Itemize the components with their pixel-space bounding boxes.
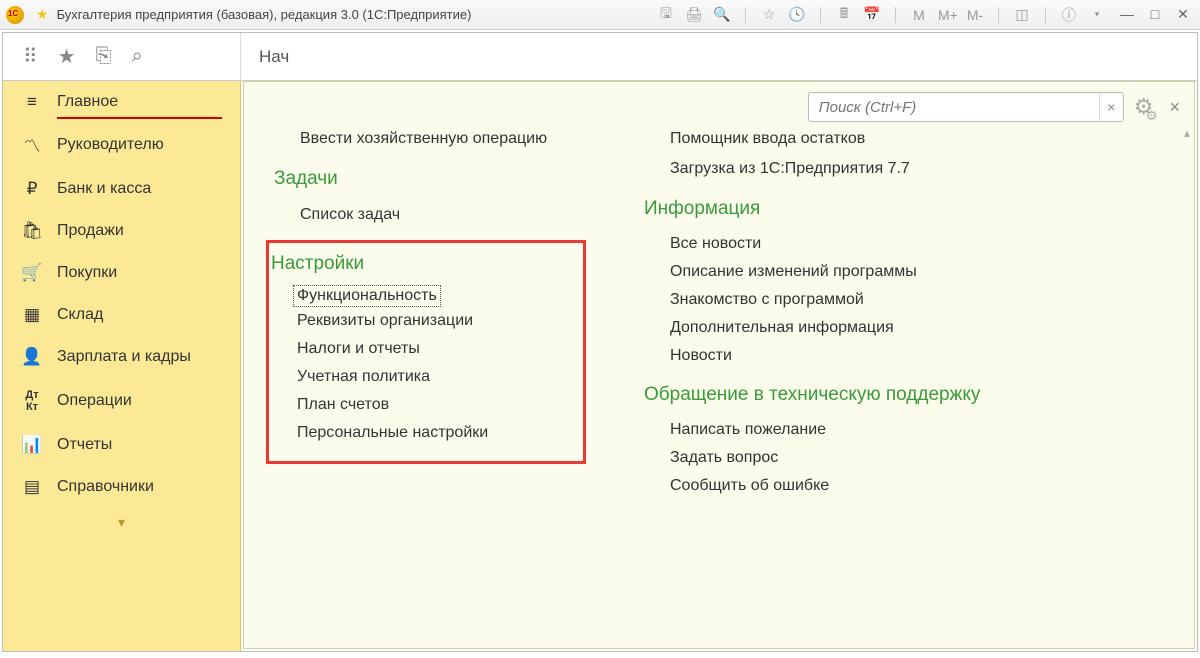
mplus-button[interactable]: M+	[938, 7, 956, 23]
link-chart-accounts[interactable]: План счетов	[271, 391, 569, 419]
sidebar-item-label: Операции	[57, 392, 132, 410]
sidebar-item-label: Руководителю	[57, 136, 164, 154]
link-taxes[interactable]: Налоги и отчеты	[271, 335, 569, 363]
close-button[interactable]: ✕	[1172, 6, 1194, 24]
history-icon[interactable]: 🕓	[788, 6, 806, 23]
panels-icon[interactable]: ◫	[1013, 6, 1031, 23]
sidebar-item-operations[interactable]: ДтКт Операции	[3, 378, 240, 424]
link-changes[interactable]: Описание изменений программы	[644, 258, 1084, 286]
favorites-icon[interactable]: ★	[58, 44, 76, 69]
link-question[interactable]: Задать вопрос	[644, 444, 1084, 472]
sidebar-item-sales[interactable]: 🛍 Продажи	[3, 210, 240, 252]
sidebar-item-purchases[interactable]: 🛒 Покупки	[3, 252, 240, 294]
sidebar-item-reports[interactable]: 📊 Отчеты	[3, 424, 240, 466]
sidebar-expand-down-icon[interactable]: ▾	[3, 508, 240, 537]
save-icon[interactable]: 🖫	[657, 3, 675, 27]
apps-grid-icon[interactable]: ⠿	[23, 44, 38, 69]
app-logo-icon	[6, 6, 24, 24]
link-extra-info[interactable]: Дополнительная информация	[644, 314, 1084, 342]
link-news[interactable]: Новости	[644, 342, 1084, 370]
mminus-button[interactable]: M-	[966, 7, 984, 23]
preview-icon[interactable]: 🔍	[713, 6, 731, 23]
maximize-button[interactable]: □	[1144, 6, 1166, 24]
secondary-toolbar: ⠿ ★ ⎘ ⌕ Нач	[3, 33, 1197, 81]
scroll-up-icon[interactable]: ▴	[1184, 126, 1190, 140]
sidebar-item-bank[interactable]: ₽ Банк и касса	[3, 168, 240, 210]
titlebar-toolbar: 🖫 🖨 🔍 ☆ 🕓 🖩 📅 M M+ M- ◫ ⓘ ▾	[657, 3, 1106, 27]
link-functionality[interactable]: Функциональность	[293, 285, 441, 307]
calendar-icon[interactable]: 📅	[863, 6, 881, 23]
title-bar: ★ Бухгалтерия предприятия (базовая), ред…	[0, 0, 1200, 30]
section-settings-title: Настройки	[271, 253, 569, 275]
sidebar-item-label: Справочники	[57, 478, 154, 496]
link-balance-helper[interactable]: Помощник ввода остатков	[644, 124, 1084, 154]
chart-icon: 📊	[21, 435, 43, 455]
link-intro[interactable]: Знакомство с программой	[644, 286, 1084, 314]
section-support-title: Обращение в техническую поддержку	[644, 384, 1084, 406]
section-info-title: Информация	[644, 198, 1084, 220]
favorite-star-icon[interactable]: ★	[36, 6, 49, 23]
sidebar-item-directories[interactable]: ▤ Справочники	[3, 466, 240, 508]
link-accounting-policy[interactable]: Учетная политика	[271, 363, 569, 391]
link-personal-settings[interactable]: Персональные настройки	[271, 419, 569, 447]
sidebar-item-manager[interactable]: 〽 Руководителю	[3, 121, 240, 168]
sidebar-item-label: Банк и касса	[57, 180, 151, 198]
books-icon: ▤	[21, 477, 43, 497]
sidebar-item-label: Отчеты	[57, 436, 112, 454]
info-icon[interactable]: ⓘ	[1060, 5, 1078, 25]
link-wish[interactable]: Написать пожелание	[644, 416, 1084, 444]
ruble-icon: ₽	[21, 179, 43, 199]
section-tasks-title: Задачи	[274, 168, 644, 190]
m-button[interactable]: M	[910, 7, 928, 23]
link-operation[interactable]: Ввести хозяйственную операцию	[274, 124, 644, 154]
sidebar-item-label: Продажи	[57, 222, 124, 240]
link-all-news[interactable]: Все новости	[644, 230, 1084, 258]
link-import-1c77[interactable]: Загрузка из 1С:Предприятия 7.7	[644, 154, 1084, 184]
sidebar-item-label: Склад	[57, 306, 103, 324]
link-bug[interactable]: Сообщить об ошибке	[644, 472, 1084, 500]
minimize-button[interactable]: —	[1116, 6, 1138, 24]
person-icon: 👤	[21, 347, 43, 367]
calc-icon[interactable]: 🖩	[835, 3, 853, 27]
star-outline-icon[interactable]: ☆	[760, 6, 778, 23]
trend-icon: 〽	[21, 132, 43, 157]
sidebar-item-label: Главное	[57, 93, 118, 111]
print-icon[interactable]: 🖨	[685, 6, 703, 23]
sidebar-item-salary[interactable]: 👤 Зарплата и кадры	[3, 336, 240, 378]
grid-icon: ▦	[21, 305, 43, 325]
sidebar-item-warehouse[interactable]: ▦ Склад	[3, 294, 240, 336]
clipboard-icon[interactable]: ⎘	[96, 45, 112, 68]
active-underline	[57, 117, 222, 119]
cart-icon: 🛒	[21, 263, 43, 283]
sidebar-item-label: Зарплата и кадры	[57, 348, 191, 366]
bag-icon: 🛍	[21, 221, 43, 241]
main-panel: × ⚙ × ▴ Ввести хозяйственную операцию За…	[243, 81, 1195, 649]
sidebar: ≡ Главное 〽 Руководителю ₽ Банк и касса …	[3, 81, 241, 651]
window-title: Бухгалтерия предприятия (базовая), редак…	[57, 7, 472, 22]
dtkt-icon: ДтКт	[21, 389, 43, 413]
link-task-list[interactable]: Список задач	[274, 200, 644, 230]
search-icon[interactable]: ⌕	[132, 45, 143, 68]
menu-icon: ≡	[21, 92, 43, 112]
sidebar-item-label: Покупки	[57, 264, 117, 282]
info-dropdown-icon[interactable]: ▾	[1088, 9, 1106, 20]
tab-label[interactable]: Нач	[241, 47, 289, 67]
link-org-details[interactable]: Реквизиты организации	[271, 307, 569, 335]
settings-highlight-box: Настройки Функциональность Реквизиты орг…	[266, 240, 586, 464]
